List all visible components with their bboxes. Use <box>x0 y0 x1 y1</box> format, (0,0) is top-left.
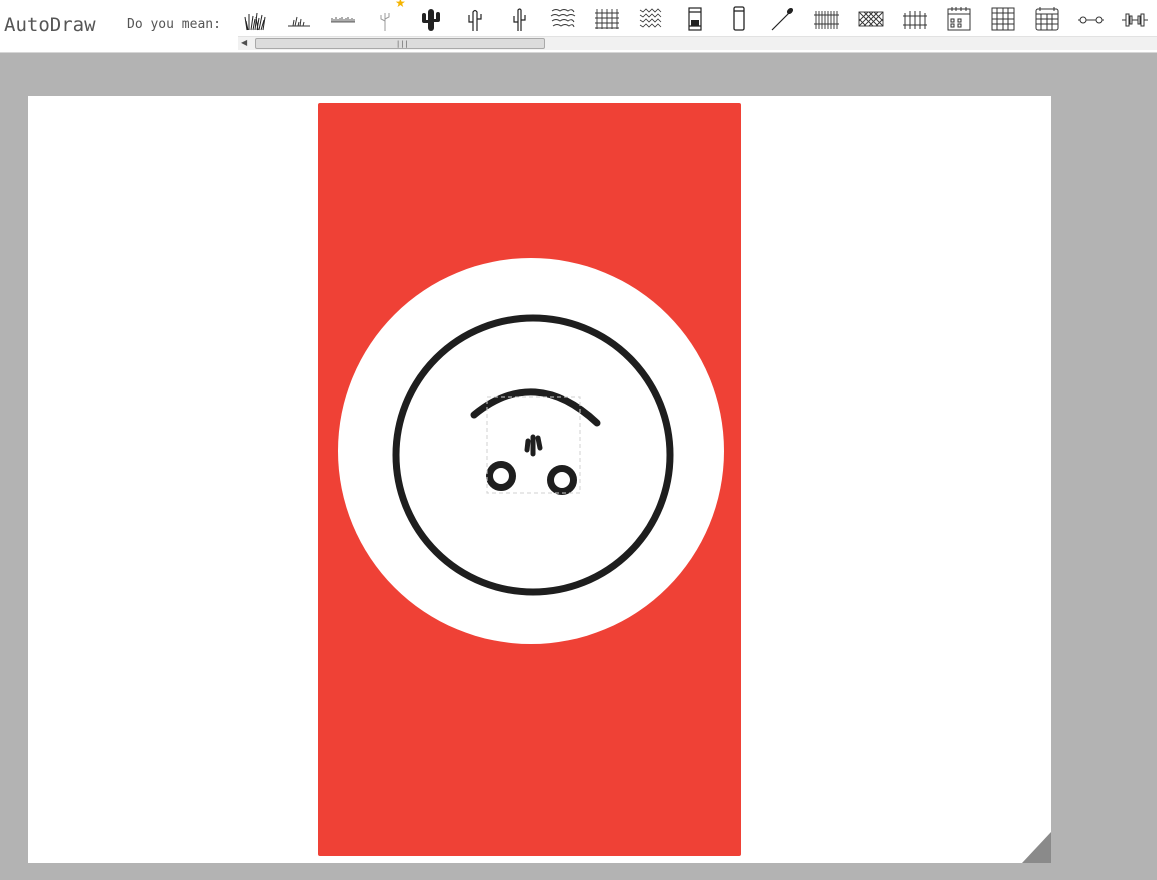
suggestion-calendar-grid[interactable] <box>1030 3 1064 33</box>
cactus-outline-icon <box>468 9 482 31</box>
suggestion-grid[interactable] <box>986 3 1020 33</box>
chain-fence-icon <box>858 11 884 27</box>
picket-fence-icon <box>903 11 927 29</box>
suggestion-dumbbell-thin[interactable] <box>1074 3 1108 33</box>
calendar-grid-icon <box>1035 7 1059 31</box>
suggestion-matchstick[interactable] <box>766 3 800 33</box>
suggestion-dumbbell[interactable] <box>1118 3 1152 33</box>
grass-icon <box>244 12 266 31</box>
suggestion-calendar[interactable] <box>942 3 976 33</box>
suggestion-fence-mesh[interactable] <box>590 3 624 33</box>
suggestion-cactus-simple[interactable] <box>502 3 536 33</box>
suggestions-scrollbar[interactable]: ◀ ||| <box>238 36 1157 50</box>
dumbbell-thin-icon <box>1078 16 1104 24</box>
app-title: AutoDraw <box>4 14 96 36</box>
hourglass-icon <box>688 7 702 31</box>
top-toolbar: AutoDraw Do you mean: ★ ◀ ||| <box>0 0 1157 53</box>
scrollbar-thumb[interactable]: ||| <box>255 38 545 49</box>
phone-icon <box>733 6 745 31</box>
cactus-filled-icon <box>422 9 440 31</box>
bush-dense-icon <box>639 8 662 28</box>
star-icon: ★ <box>395 0 406 10</box>
autodraw-app: AutoDraw Do you mean: ★ ◀ ||| <box>0 0 1157 880</box>
suggestion-cactus-filled[interactable] <box>414 3 448 33</box>
fence-icon <box>814 11 839 29</box>
grass-strip-icon <box>331 17 355 23</box>
suggestion-hourglass[interactable] <box>678 3 712 33</box>
dumbbell-icon <box>1122 13 1148 27</box>
drawing-canvas[interactable] <box>28 96 1051 863</box>
suggestions-strip: ★ <box>238 0 1157 36</box>
suggestion-bush-dense[interactable] <box>634 3 668 33</box>
suggestion-grass-small[interactable] <box>282 3 316 33</box>
scroll-left-arrow-icon[interactable]: ◀ <box>241 38 247 47</box>
scrollbar-grip-icon: ||| <box>396 40 409 48</box>
suggestions-prompt: Do you mean: <box>127 17 221 32</box>
suggestion-grass[interactable] <box>238 3 272 33</box>
suggestion-picket-fence[interactable] <box>898 3 932 33</box>
suggestion-chain-fence[interactable] <box>854 3 888 33</box>
grid-icon <box>991 7 1015 31</box>
grass-small-icon <box>288 16 310 27</box>
cactus-simple-icon <box>513 8 526 31</box>
suggestion-phone[interactable] <box>722 3 756 33</box>
suggestion-fence[interactable] <box>810 3 844 33</box>
fence-mesh-icon <box>595 9 619 29</box>
bush-texture-icon <box>550 9 576 28</box>
suggestion-cactus-outline[interactable] <box>458 3 492 33</box>
matchstick-icon <box>771 7 794 31</box>
suggestion-grass-strip[interactable] <box>326 3 360 33</box>
suggestion-bush-texture[interactable] <box>546 3 580 33</box>
canvas-resize-handle[interactable] <box>1022 832 1051 863</box>
calendar-icon <box>947 7 971 31</box>
